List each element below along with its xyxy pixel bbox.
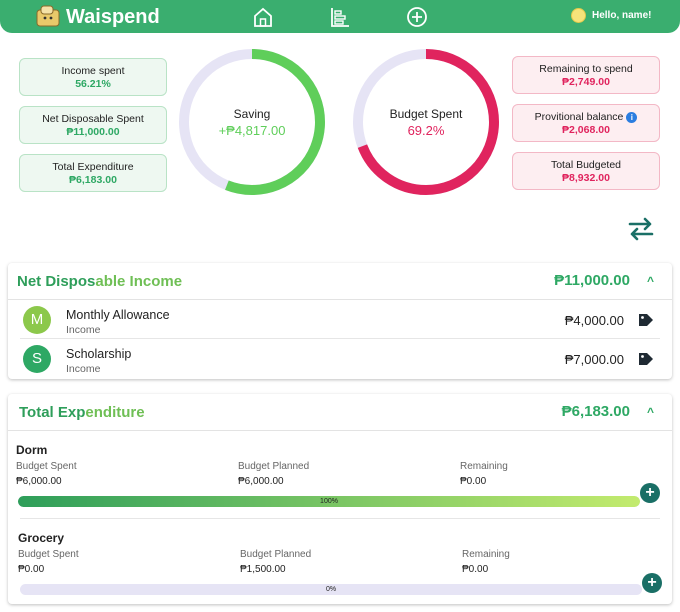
col-label-spent: Budget Spent — [18, 549, 79, 560]
budget-value: 69.2% — [407, 122, 445, 138]
expenditure-title-part: enditure — [85, 404, 145, 421]
progress-bar: 100% — [18, 496, 640, 507]
add-circle-icon[interactable] — [406, 6, 428, 28]
remaining-value: ₱0.00 — [460, 476, 487, 487]
stat-total-budgeted: Total Budgeted ₱8,932.00 — [512, 152, 660, 190]
col-label-planned: Budget Planned — [240, 549, 312, 560]
income-card-title: Net Disposable Income — [17, 273, 182, 290]
stat-value: ₱2,068.00 — [562, 124, 610, 136]
avatar: M — [23, 306, 51, 334]
list-item[interactable]: M Monthly Allowance Income ₱4,000.00 — [20, 300, 660, 339]
income-name: Monthly Allowance — [66, 308, 170, 322]
home-icon[interactable] — [252, 6, 274, 28]
stat-label: Total Expenditure — [52, 161, 134, 173]
stat-value: ₱8,932.00 — [562, 172, 610, 184]
chevron-up-icon[interactable]: ^ — [647, 274, 654, 288]
expenditure-card-title: Total Expenditure — [19, 404, 145, 421]
income-name: Scholarship — [66, 347, 132, 361]
stat-label: Income spent — [61, 65, 125, 77]
spent-value: ₱0.00 — [18, 564, 45, 575]
income-card-header[interactable]: Net Disposable Income ₱11,000.00 ^ — [8, 263, 672, 300]
plus-icon[interactable]: + — [642, 573, 662, 593]
greeting-text: Hello, name! — [592, 10, 652, 21]
stat-value: ₱2,749.00 — [562, 76, 610, 88]
saving-gauge: Saving +₱4,817.00 — [177, 47, 327, 197]
stat-label-row: Provitional balance i — [513, 111, 659, 124]
saving-value: +₱4,817.00 — [218, 122, 286, 138]
income-title-part: able Income — [95, 273, 183, 290]
progress-label: 100% — [320, 498, 338, 505]
stat-provitional-balance: Provitional balance i ₱2,068.00 — [512, 104, 660, 142]
avatar-icon[interactable] — [571, 8, 586, 23]
col-label-remaining: Remaining — [460, 461, 508, 472]
swap-icon[interactable] — [628, 217, 654, 241]
planned-value: ₱1,500.00 — [240, 564, 286, 575]
brand-name[interactable]: Waispend — [66, 6, 160, 29]
col-label-remaining: Remaining — [462, 549, 510, 560]
income-title-part: Net Dispos — [17, 273, 96, 290]
income-type: Income — [66, 363, 101, 375]
stat-label: Total Budgeted — [550, 159, 622, 171]
income-type: Income — [66, 324, 101, 336]
expenditure-card-header[interactable]: Total Expenditure ₱6,183.00 ^ — [8, 394, 672, 431]
plus-icon[interactable]: + — [640, 483, 660, 503]
tag-icon[interactable] — [638, 313, 654, 327]
list-item[interactable]: S Scholarship Income ₱7,000.00 — [20, 339, 660, 378]
income-total: ₱11,000.00 — [554, 272, 630, 289]
progress-label: 0% — [325, 586, 337, 593]
col-label-planned: Budget Planned — [238, 461, 310, 472]
stat-value: ₱11,000.00 — [66, 126, 120, 138]
remaining-value: ₱0.00 — [462, 564, 489, 575]
stat-net-disposable-spent: Net Disposable Spent ₱11,000.00 — [19, 106, 167, 144]
stat-value: 56.21% — [75, 78, 111, 90]
avatar: S — [23, 345, 51, 373]
info-icon[interactable]: i — [626, 112, 638, 123]
budget-label: Budget Spent — [389, 106, 463, 121]
top-navbar: Waispend Hello, name! — [0, 0, 680, 33]
expenditure-title-part: Total Exp — [19, 404, 86, 421]
total-expenditure-card: Total Expenditure ₱6,183.00 ^ Dorm Budge… — [8, 394, 672, 604]
col-label-spent: Budget Spent — [16, 461, 77, 472]
stat-label: Remaining to spend — [539, 63, 633, 75]
stat-value: ₱6,183.00 — [69, 174, 117, 186]
budget-spent-gauge: Budget Spent 69.2% — [351, 47, 501, 197]
income-amount: ₱7,000.00 — [564, 352, 624, 367]
user-greeting[interactable]: Hello, name! — [571, 8, 651, 23]
spent-value: ₱6,000.00 — [16, 476, 62, 487]
net-disposable-income-card: Net Disposable Income ₱11,000.00 ^ M Mon… — [8, 263, 672, 379]
stat-income-spent: Income spent 56.21% — [19, 58, 167, 96]
stat-remaining-to-spend: Remaining to spend ₱2,749.00 — [512, 56, 660, 94]
expenditure-total: ₱6,183.00 — [561, 403, 630, 420]
logo-icon[interactable] — [36, 5, 60, 27]
planned-value: ₱6,000.00 — [238, 476, 284, 487]
expense-item-grocery[interactable]: Grocery Budget Spent Budget Planned Rema… — [18, 519, 662, 607]
stat-label: Net Disposable Spent — [42, 113, 144, 125]
income-amount: ₱4,000.00 — [564, 313, 624, 328]
tag-icon[interactable] — [638, 352, 654, 366]
expense-name: Grocery — [18, 531, 65, 545]
progress-bar: 0% — [20, 584, 642, 595]
stat-total-expenditure: Total Expenditure ₱6,183.00 — [19, 154, 167, 192]
saving-label: Saving — [233, 106, 271, 121]
stat-label: Provitional balance — [534, 111, 624, 123]
expense-name: Dorm — [16, 443, 48, 457]
stats-icon[interactable] — [329, 6, 351, 28]
chevron-up-icon[interactable]: ^ — [647, 405, 654, 419]
expense-item-dorm[interactable]: Dorm Budget Spent Budget Planned Remaini… — [16, 431, 660, 519]
